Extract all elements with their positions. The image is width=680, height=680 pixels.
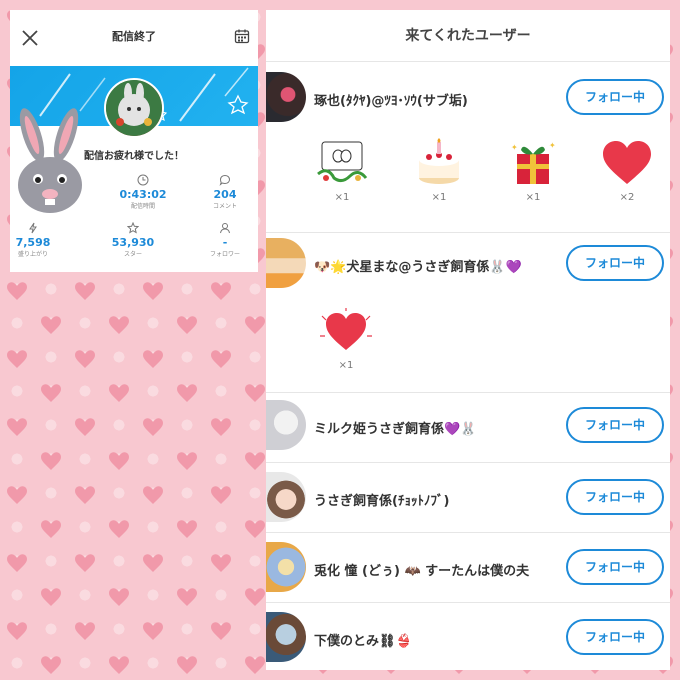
gift-item: ×1 (316, 306, 376, 372)
finish-message: 配信お疲れ様でした！ (84, 151, 184, 162)
stat-value: 7,598 (15, 236, 51, 249)
gift-item: ×1 (312, 138, 372, 204)
user-name[interactable]: うさぎ飼育係(ﾁｮｯﾄﾉﾌﾞ) (314, 490, 449, 509)
lightning-icon (10, 222, 73, 236)
stat-duration: 0:43:02 配信時間 (103, 174, 183, 211)
user-avatar[interactable] (266, 400, 306, 450)
summary-header: 配信終了 (10, 10, 258, 66)
svg-text:✦: ✦ (549, 141, 556, 150)
gift-item: ×2 (597, 138, 657, 204)
calendar-icon[interactable] (234, 28, 250, 44)
clock-icon (103, 174, 183, 188)
follow-button[interactable]: フォロー中 (566, 407, 664, 443)
user-name[interactable]: 兎化 憧 (どぅ) 🦇 すーたんは僕の夫 (314, 560, 529, 579)
streamer-avatar (104, 78, 164, 138)
visitors-title: 来てくれたユーザー (266, 10, 670, 62)
stream-summary-card: 配信終了 配信お疲れ様でした！ 0:43:02 配信時間 204 コメント 7,… (10, 10, 258, 272)
gift-count: ×2 (619, 192, 635, 203)
follow-button[interactable]: フォロー中 (566, 79, 664, 115)
gift-item: ×1 (409, 138, 469, 204)
row-divider (266, 532, 670, 533)
gift-count: ×1 (334, 192, 350, 203)
user-name[interactable]: 琢也(ﾀｸﾔ)@ﾂﾖ･ｿｳ(サブ垢) (314, 90, 468, 109)
follow-button[interactable]: フォロー中 (566, 245, 664, 281)
user-name[interactable]: ミルク姫うさぎ飼育係💜🐰 (314, 418, 476, 437)
stat-followers: - フォロワー (185, 222, 258, 259)
stat-value: 0:43:02 (119, 188, 167, 201)
stat-value: 53,930 (111, 236, 155, 249)
person-icon (185, 222, 258, 236)
cake-gift-icon (419, 138, 459, 184)
stat-label: フォロワー (209, 251, 240, 258)
gift-count: ×1 (338, 360, 354, 371)
rabbit-card-gift-icon (317, 141, 368, 183)
row-divider (266, 392, 670, 393)
stat-label: 配信時間 (130, 203, 155, 210)
gift-item: ✦ ✦ ×1 (503, 138, 563, 204)
stat-value: - (222, 236, 228, 249)
stat-stars: 53,930 スター (93, 221, 173, 259)
user-avatar[interactable] (266, 72, 306, 122)
row-divider (266, 602, 670, 603)
star-icon (93, 221, 173, 236)
row-divider (266, 232, 670, 233)
heart-gift-icon (603, 141, 651, 184)
follow-button[interactable]: フォロー中 (566, 619, 664, 655)
stat-excitement: 7,598 盛り上がり (10, 222, 73, 259)
row-divider (266, 462, 670, 463)
gift-count: ×1 (525, 192, 541, 203)
follow-button[interactable]: フォロー中 (566, 549, 664, 585)
heart-gift-icon (320, 308, 372, 350)
visitors-panel: 来てくれたユーザー 琢也(ﾀｸﾔ)@ﾂﾖ･ｿｳ(サブ垢) フォロー中 ×1 ×1 (266, 10, 670, 670)
follow-button[interactable]: フォロー中 (566, 479, 664, 515)
comment-icon (185, 174, 258, 188)
gift-count: ×1 (431, 192, 447, 203)
user-avatar[interactable] (266, 542, 306, 592)
user-name[interactable]: 🐶🌟犬星まな@うさぎ飼育係🐰💜 (314, 256, 522, 275)
summary-title: 配信終了 (112, 30, 156, 43)
present-box-gift-icon: ✦ ✦ (511, 141, 556, 184)
stat-label: 盛り上がり (17, 251, 48, 258)
user-avatar[interactable] (266, 612, 306, 662)
stat-value: 204 (213, 188, 237, 201)
user-avatar[interactable] (266, 472, 306, 522)
stat-label: スター (123, 251, 142, 258)
svg-text:✦: ✦ (511, 143, 518, 152)
user-name[interactable]: 下僕のとみ⛓👙 (314, 630, 412, 649)
stat-label: コメント (212, 203, 237, 210)
user-avatar[interactable] (266, 238, 306, 288)
stat-comments: 204 コメント (185, 174, 258, 211)
